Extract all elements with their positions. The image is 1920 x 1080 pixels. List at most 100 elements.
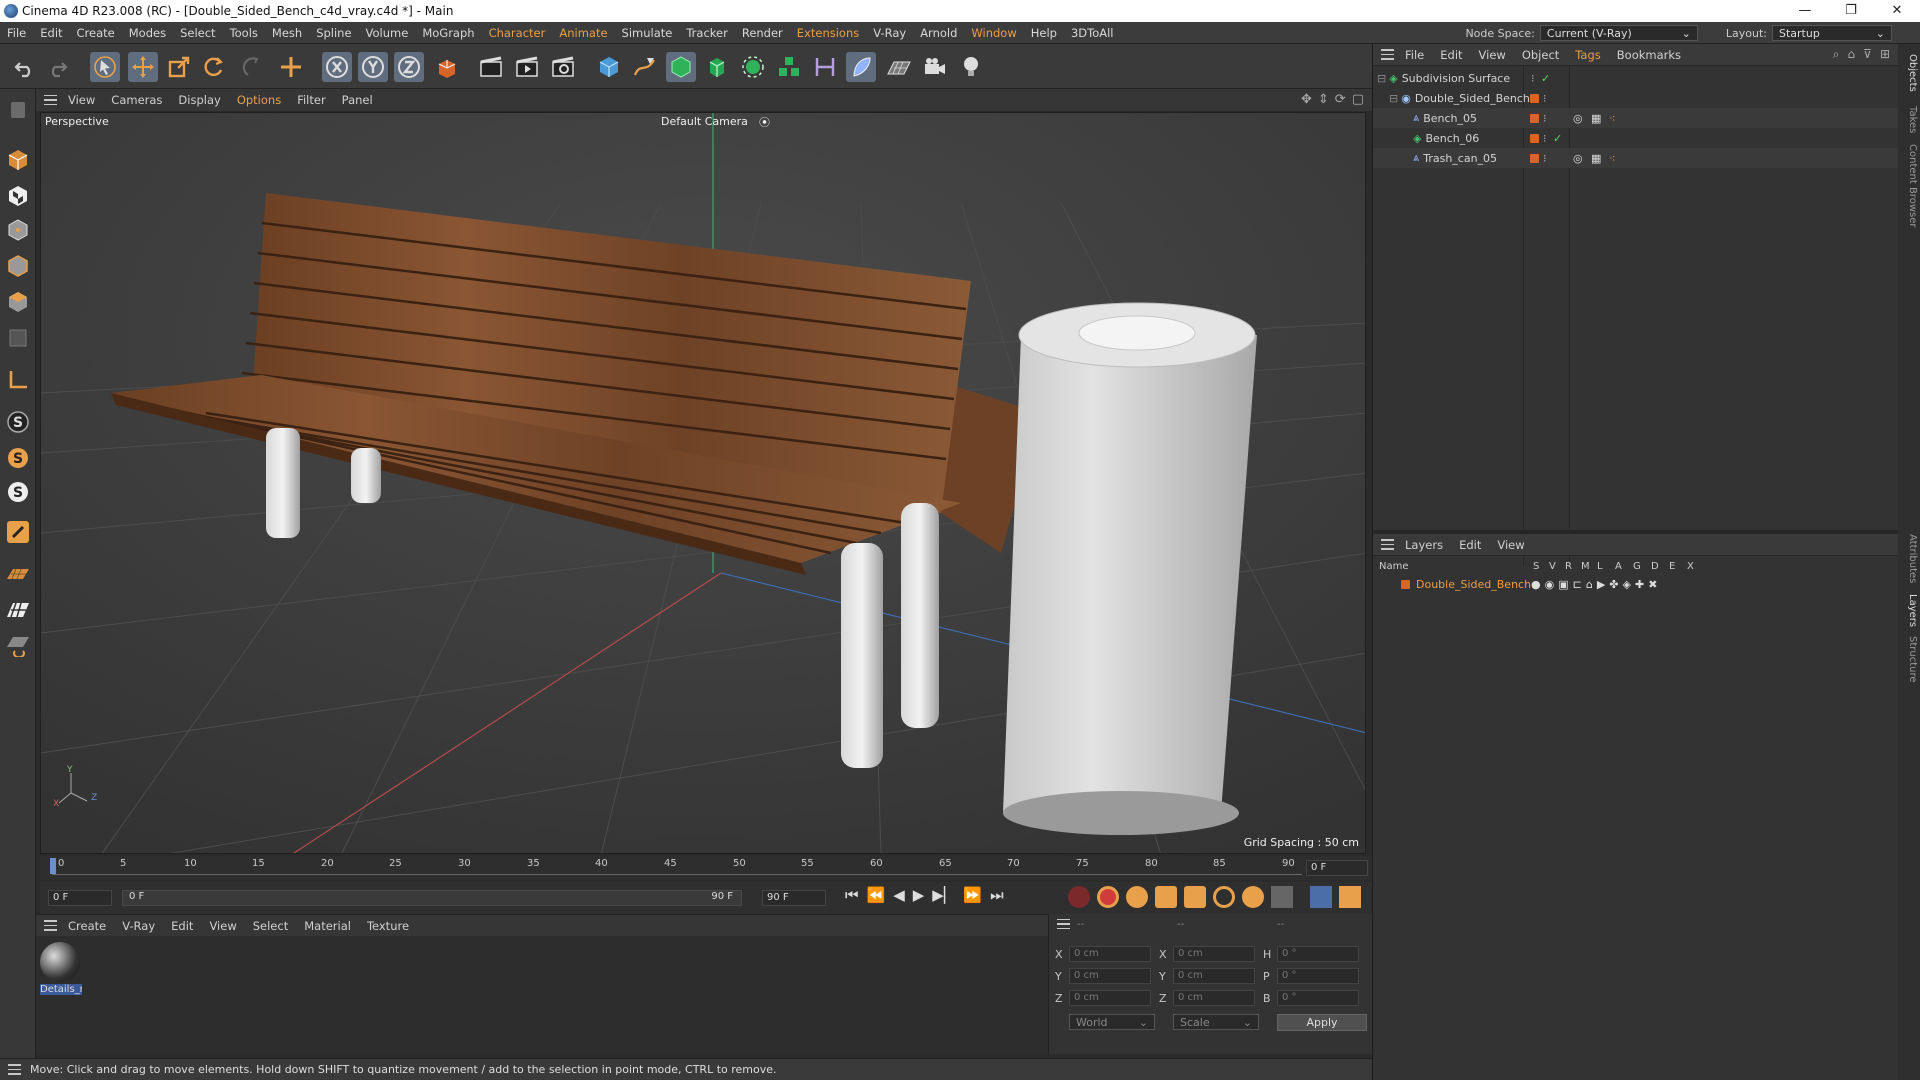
new-window-icon[interactable]: ⊞ xyxy=(1880,47,1890,62)
material-menu-texture[interactable]: Texture xyxy=(359,919,417,933)
uvw-tag-icon[interactable]: ⁖ xyxy=(1609,152,1615,165)
position-key-icon[interactable] xyxy=(1155,886,1177,908)
menu-tools[interactable]: Tools xyxy=(223,26,265,40)
play-icon[interactable]: ▶ xyxy=(913,886,925,904)
render-picture-viewer-button[interactable] xyxy=(512,52,542,82)
redo-button[interactable] xyxy=(42,52,72,82)
material-menu-icon[interactable] xyxy=(40,919,60,933)
x-axis-lock-button[interactable] xyxy=(322,52,352,82)
menu-modes[interactable]: Modes xyxy=(122,26,173,40)
objects-menu-object[interactable]: Object xyxy=(1514,48,1567,62)
eye-icon[interactable]: ◉ xyxy=(1545,578,1555,591)
workplane-button[interactable] xyxy=(3,517,33,547)
menu-help[interactable]: Help xyxy=(1024,26,1064,40)
end-frame-field[interactable]: 90 F xyxy=(762,890,826,906)
workplane-grid-button[interactable] xyxy=(3,559,33,589)
layer-row[interactable]: Double_Sided_Bench ● ◉ ▣ ⊏ ⌂ ▶ ✤ ◈ ✚ ✖ xyxy=(1373,574,1899,594)
visibility-dots-icon[interactable]: ⁝ xyxy=(1543,92,1547,105)
objects-menu-edit[interactable]: Edit xyxy=(1432,48,1470,62)
viewport-menu-filter[interactable]: Filter xyxy=(289,93,333,107)
dolly-view-icon[interactable]: ⇕ xyxy=(1318,92,1329,107)
pos-x-field[interactable]: 0 cm xyxy=(1069,946,1151,962)
render-icon[interactable]: ▣ xyxy=(1558,578,1568,591)
render-settings-button[interactable] xyxy=(548,52,578,82)
checkmark-icon[interactable]: ✓ xyxy=(1541,72,1550,85)
uv-mode-button[interactable] xyxy=(3,323,33,353)
menu-extensions[interactable]: Extensions xyxy=(790,26,866,40)
coord-mode-dropdown[interactable]: Scale ⌄ xyxy=(1173,1014,1259,1030)
recent-tool-button[interactable] xyxy=(238,52,268,82)
visibility-dots-icon[interactable]: ⁝ xyxy=(1543,112,1547,125)
locked-workplane-button[interactable] xyxy=(3,595,33,625)
lock-icon[interactable]: ⌂ xyxy=(1586,578,1593,591)
subdivision-surface-button[interactable] xyxy=(666,52,696,82)
viewport-menu-icon[interactable] xyxy=(40,93,60,107)
minimize-button[interactable]: — xyxy=(1782,0,1828,22)
camera-indicator-icon[interactable]: ⦿ xyxy=(759,114,770,130)
objects-menu-file[interactable]: File xyxy=(1397,48,1432,62)
model-mode-button[interactable] xyxy=(3,145,33,175)
move-tool-button[interactable] xyxy=(128,52,158,82)
make-editable-button[interactable] xyxy=(3,95,33,125)
tab-content-browser[interactable]: Content Browser xyxy=(1900,144,1918,227)
prev-key-icon[interactable]: ⏪ xyxy=(867,886,886,904)
rotate-tool-button[interactable] xyxy=(198,52,228,82)
material-menu-vray[interactable]: V-Ray xyxy=(114,919,163,933)
playhead[interactable] xyxy=(50,858,56,874)
object-row-bench-06[interactable]: ◈ Bench_06 ⁝ ✓ xyxy=(1373,128,1899,148)
size-z-field[interactable]: 0 cm xyxy=(1173,990,1255,1006)
objects-menu-bookmarks[interactable]: Bookmarks xyxy=(1609,48,1689,62)
manager-icon[interactable]: ⊏ xyxy=(1573,578,1582,591)
pos-y-field[interactable]: 0 cm xyxy=(1069,968,1151,984)
pos-z-field[interactable]: 0 cm xyxy=(1069,990,1151,1006)
visibility-dots-icon[interactable]: ⁝ xyxy=(1543,132,1547,145)
layer-color-swatch[interactable] xyxy=(1401,579,1410,589)
solo-dot-icon[interactable]: ● xyxy=(1531,578,1541,591)
material-menu-view[interactable]: View xyxy=(201,919,244,933)
menu-render[interactable]: Render xyxy=(735,26,790,40)
layers-menu-layers[interactable]: Layers xyxy=(1397,538,1451,552)
parameter-key-icon[interactable] xyxy=(1242,886,1264,908)
menu-arnold[interactable]: Arnold xyxy=(913,26,964,40)
size-x-field[interactable]: 0 cm xyxy=(1173,946,1255,962)
orbit-view-icon[interactable]: ⟳ xyxy=(1335,92,1346,107)
planar-workplane-button[interactable] xyxy=(3,629,33,659)
viewport-menu-display[interactable]: Display xyxy=(170,93,228,107)
layer-color-swatch[interactable] xyxy=(1530,93,1539,103)
tab-structure[interactable]: Structure xyxy=(1900,636,1918,683)
checkmark-icon[interactable]: ✓ xyxy=(1553,132,1562,145)
goto-start-icon[interactable]: ⏮ xyxy=(845,886,859,904)
start-frame-field[interactable]: 0 F xyxy=(48,890,112,906)
motion-clip-icon[interactable] xyxy=(1339,886,1361,908)
search-icon[interactable]: ⌕ xyxy=(1833,47,1840,62)
layer-color-swatch[interactable] xyxy=(1530,113,1539,123)
object-row-bench-05[interactable]: ⩓ Bench_05 ⁝ ◎ ▦ ⁖ xyxy=(1373,108,1899,128)
light-button[interactable] xyxy=(956,52,986,82)
extrude-generator-button[interactable] xyxy=(702,52,732,82)
visibility-dots-icon[interactable]: ⁝ xyxy=(1543,152,1547,165)
node-space-dropdown[interactable]: Current (V-Ray) ⌄ xyxy=(1539,25,1698,41)
scale-tool-button[interactable] xyxy=(164,52,194,82)
edges-mode-button[interactable] xyxy=(3,251,33,281)
object-manager-menu-icon[interactable] xyxy=(1377,48,1397,62)
viewport-menu-cameras[interactable]: Cameras xyxy=(103,93,170,107)
tab-takes[interactable]: Takes xyxy=(1900,106,1918,133)
menu-mesh[interactable]: Mesh xyxy=(265,26,309,40)
menu-volume[interactable]: Volume xyxy=(359,26,416,40)
object-row-double-sided-bench[interactable]: ⊟ ◉ Double_Sided_Bench ⁝ xyxy=(1373,88,1899,108)
undo-button[interactable] xyxy=(10,52,40,82)
polygons-mode-button[interactable] xyxy=(3,287,33,317)
add-tool-button[interactable] xyxy=(276,52,306,82)
pan-view-icon[interactable]: ✥ xyxy=(1301,92,1312,107)
rot-h-field[interactable]: 0 ° xyxy=(1277,946,1359,962)
scale-key-icon[interactable] xyxy=(1184,886,1206,908)
collapse-icon[interactable]: ⊟ xyxy=(1389,92,1398,105)
timeline-icon[interactable] xyxy=(1310,886,1332,908)
snap-button[interactable]: S xyxy=(3,407,33,437)
menu-animate[interactable]: Animate xyxy=(552,26,614,40)
tab-objects[interactable]: Objects xyxy=(1900,54,1918,92)
range-slider[interactable]: 0 F 90 F xyxy=(122,890,742,906)
quantize-button[interactable]: S xyxy=(3,477,33,507)
viewport-menu-panel[interactable]: Panel xyxy=(334,93,381,107)
point-level-icon[interactable] xyxy=(1271,886,1293,908)
